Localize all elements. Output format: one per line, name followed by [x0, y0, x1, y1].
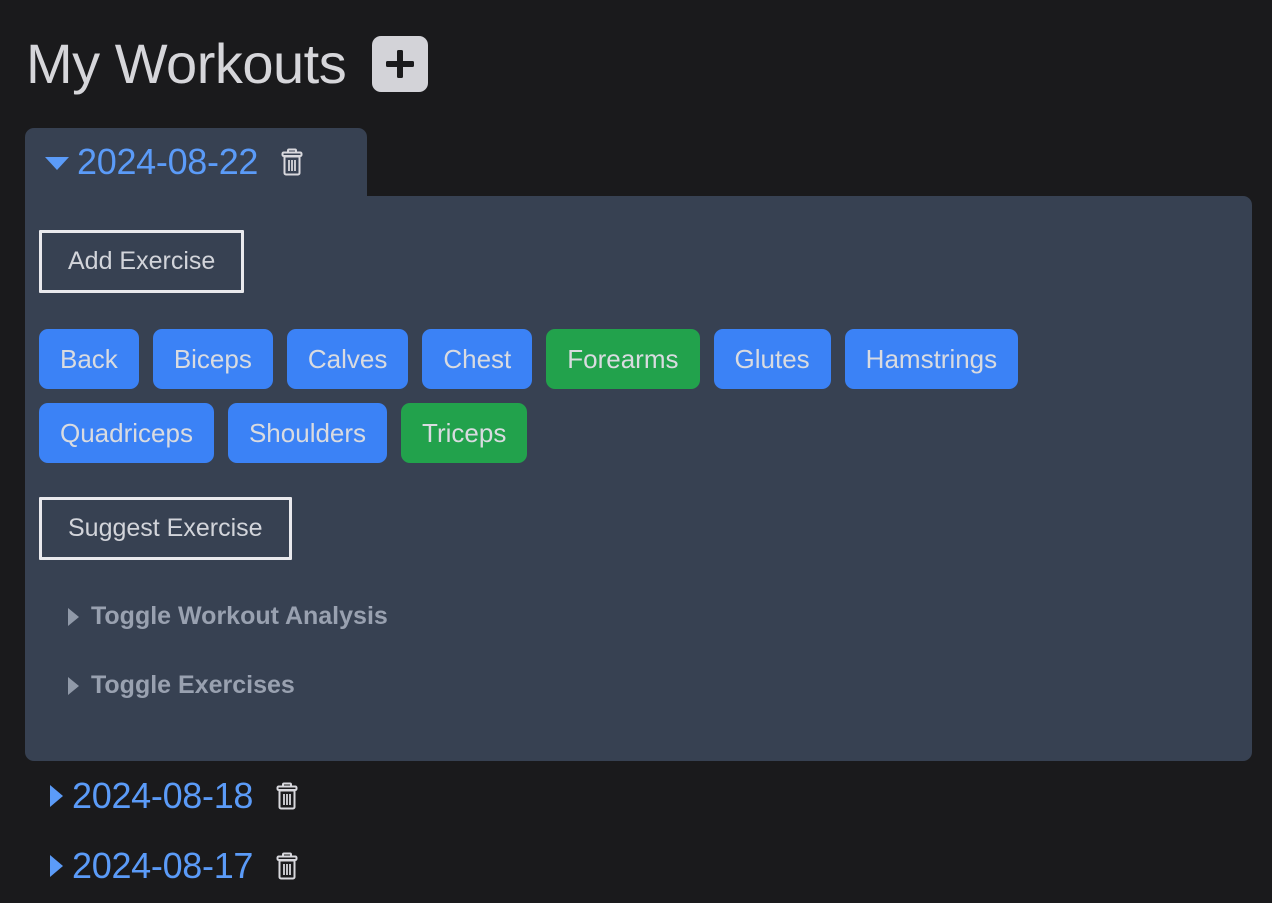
muscle-tag-hamstrings[interactable]: Hamstrings — [844, 329, 1019, 389]
muscle-tag-calves[interactable]: Calves — [286, 329, 409, 389]
suggest-exercise-button[interactable]: Suggest Exercise — [39, 497, 292, 560]
trash-icon[interactable] — [275, 782, 299, 810]
workout-date-label[interactable]: 2024-08-22 — [77, 144, 258, 180]
chevron-right-icon — [68, 676, 79, 695]
workout-item-2024-08-18[interactable]: 2024-08-18 — [0, 761, 1272, 831]
workout-date-label[interactable]: 2024-08-18 — [72, 778, 253, 814]
page-title: My Workouts — [26, 32, 347, 95]
workout-date-label[interactable]: 2024-08-17 — [72, 848, 253, 884]
workout-item-expanded: 2024-08-22 Add Exercise Back Biceps Calv… — [0, 128, 1272, 761]
chevron-right-icon — [68, 607, 79, 626]
muscle-tag-glutes[interactable]: Glutes — [713, 329, 831, 389]
workout-list: 2024-08-22 Add Exercise Back Biceps Calv… — [0, 128, 1272, 901]
page-header: My Workouts — [0, 0, 1272, 128]
muscle-tag-shoulders[interactable]: Shoulders — [227, 403, 388, 463]
muscle-tag-forearms[interactable]: Forearms — [546, 329, 700, 389]
chevron-right-icon[interactable] — [50, 855, 63, 877]
plus-icon-vertical — [397, 50, 404, 78]
chevron-down-icon[interactable] — [45, 157, 69, 170]
chevron-right-icon[interactable] — [50, 785, 63, 807]
workout-item-2024-08-17[interactable]: 2024-08-17 — [0, 831, 1272, 901]
workout-header-2024-08-22[interactable]: 2024-08-22 — [25, 128, 367, 196]
muscle-tag-chest[interactable]: Chest — [422, 329, 533, 389]
muscle-tag-biceps[interactable]: Biceps — [152, 329, 273, 389]
muscle-tag-triceps[interactable]: Triceps — [401, 403, 528, 463]
muscle-group-tag-list: Back Biceps Calves Chest Forearms Glutes… — [39, 329, 1124, 463]
add-exercise-button[interactable]: Add Exercise — [39, 230, 245, 293]
add-workout-button[interactable] — [372, 36, 429, 92]
suggest-exercise-container: Suggest Exercise — [39, 497, 1252, 560]
toggle-exercises[interactable]: Toggle Exercises — [68, 673, 295, 698]
muscle-tag-back[interactable]: Back — [39, 329, 139, 389]
trash-icon[interactable] — [280, 148, 304, 176]
toggle-exercises-label: Toggle Exercises — [91, 671, 295, 699]
trash-icon[interactable] — [275, 852, 299, 880]
workout-body: Add Exercise Back Biceps Calves Chest Fo… — [25, 196, 1252, 761]
toggle-workout-analysis[interactable]: Toggle Workout Analysis — [68, 604, 388, 629]
muscle-tag-quadriceps[interactable]: Quadriceps — [39, 403, 214, 463]
toggle-workout-analysis-label: Toggle Workout Analysis — [91, 602, 388, 630]
